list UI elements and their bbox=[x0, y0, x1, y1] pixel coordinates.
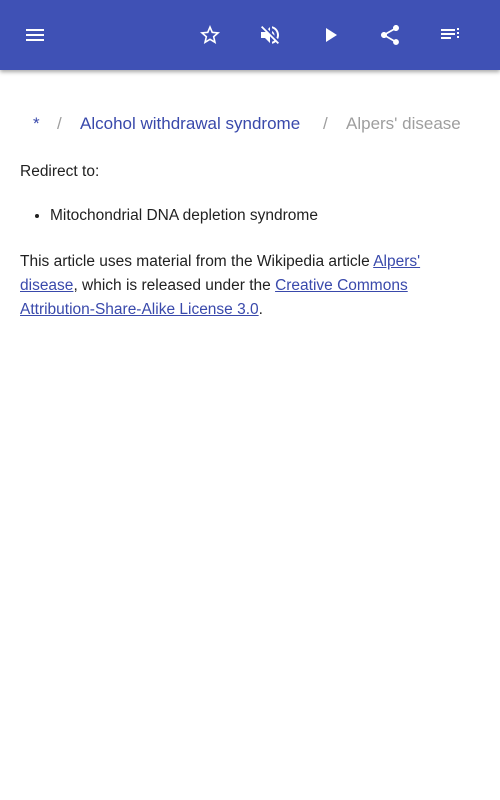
playlist-button[interactable] bbox=[426, 11, 474, 59]
app-toolbar bbox=[0, 0, 500, 70]
menu-button[interactable] bbox=[11, 11, 59, 59]
breadcrumb-separator: / bbox=[323, 114, 328, 133]
breadcrumb-home-link[interactable]: * bbox=[33, 110, 40, 138]
volume-off-icon bbox=[261, 26, 279, 44]
mute-button[interactable] bbox=[246, 11, 294, 59]
redirect-list-item[interactable]: Mitochondrial DNA depletion syndrome bbox=[50, 204, 460, 228]
article-content: Redirect to: Mitochondrial DNA depletion… bbox=[20, 160, 460, 322]
breadcrumb-parent-link[interactable]: Alcohol withdrawal syndrome bbox=[80, 110, 300, 138]
share-button[interactable] bbox=[366, 11, 414, 59]
star-outline-icon bbox=[200, 25, 220, 44]
attribution-prefix: This article uses material from the Wiki… bbox=[20, 253, 374, 270]
share-icon bbox=[381, 25, 399, 45]
play-button[interactable] bbox=[306, 11, 354, 59]
favorite-button[interactable] bbox=[186, 11, 234, 59]
redirect-list: Mitochondrial DNA depletion syndrome bbox=[20, 204, 460, 228]
breadcrumb-separator: / bbox=[57, 114, 62, 133]
breadcrumb: * / Alcohol withdrawal syndrome / Alpers… bbox=[0, 110, 500, 138]
play-icon bbox=[326, 28, 337, 42]
attribution-suffix: . bbox=[258, 301, 263, 318]
breadcrumb-current: Alpers' disease bbox=[346, 114, 461, 133]
attribution-middle: , which is released under the bbox=[73, 277, 276, 294]
redirect-label: Redirect to: bbox=[20, 163, 100, 180]
hamburger-menu-icon bbox=[26, 29, 44, 41]
playlist-icon bbox=[441, 28, 459, 39]
attribution-text: This article uses material from the Wiki… bbox=[20, 250, 460, 322]
